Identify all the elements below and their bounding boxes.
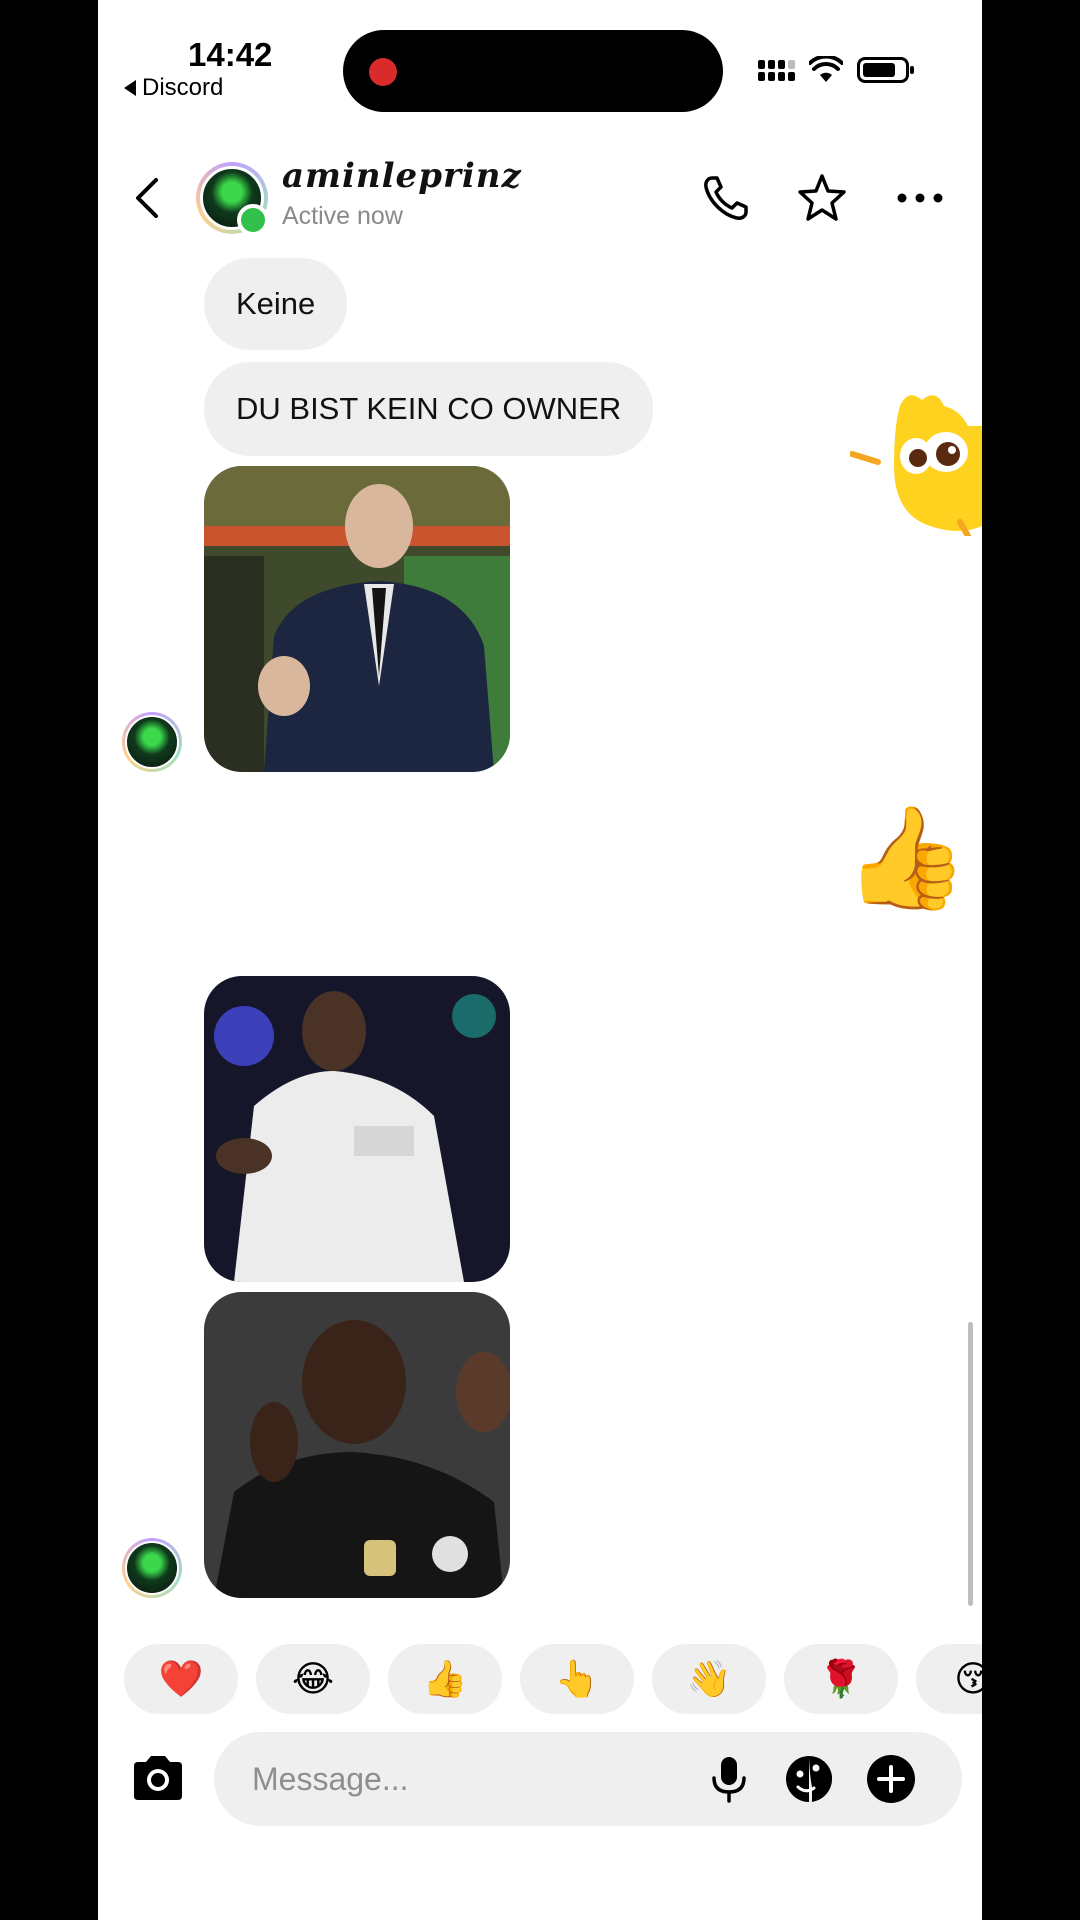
reaction-thumbs-up[interactable]: 👍: [388, 1644, 502, 1714]
chat-scrollbar[interactable]: [968, 1322, 973, 1606]
message-bubble[interactable]: Keine: [204, 258, 348, 350]
status-indicators: [758, 56, 914, 84]
mascot-sticker: [850, 395, 982, 536]
message-bubble[interactable]: DU BIST KEIN CO OWNER: [204, 362, 654, 456]
message-composer: [214, 1732, 962, 1826]
phone-screen: 14:42 Discord aminleprinz Active now Kei…: [98, 0, 982, 1920]
back-app-label: Discord: [142, 74, 224, 101]
recording-indicator-icon: [369, 58, 397, 86]
microphone-icon[interactable]: [704, 1754, 754, 1804]
gif-message[interactable]: [204, 466, 510, 772]
wifi-icon: [809, 56, 843, 82]
gif-image-player-white: [204, 976, 510, 1282]
gif-message[interactable]: [204, 976, 510, 1282]
chevron-left-icon[interactable]: [122, 170, 172, 226]
reaction-kiss[interactable]: 😚: [916, 1644, 982, 1714]
quick-reaction-row: ❤️ 😂 👍 👆 👋 🌹 😚: [124, 1644, 982, 1714]
camera-icon[interactable]: [130, 1752, 186, 1804]
more-horizontal-icon[interactable]: [892, 170, 948, 226]
reaction-rose[interactable]: 🌹: [784, 1644, 898, 1714]
contact-status: Active now: [282, 202, 403, 230]
gif-image-man-suit: [204, 466, 510, 772]
star-icon[interactable]: [794, 170, 850, 226]
plus-circle-icon[interactable]: [866, 1754, 916, 1804]
sticker-icon[interactable]: [784, 1754, 834, 1804]
reaction-wave[interactable]: 👋: [652, 1644, 766, 1714]
phone-icon[interactable]: [698, 170, 754, 226]
chat-header: aminleprinz Active now: [98, 150, 982, 250]
sender-avatar[interactable]: [122, 712, 182, 772]
online-indicator: [237, 204, 269, 236]
contact-username[interactable]: aminleprinz: [282, 156, 522, 196]
thumbs-up-sticker[interactable]: 👍: [844, 808, 969, 908]
reaction-point-up[interactable]: 👆: [520, 1644, 634, 1714]
sender-avatar[interactable]: [122, 1538, 182, 1598]
back-triangle-icon: [124, 80, 136, 96]
cellular-signal-icon: [758, 59, 795, 81]
reaction-laugh[interactable]: 😂: [256, 1644, 370, 1714]
dynamic-island: [343, 30, 723, 112]
gif-message[interactable]: [204, 1292, 510, 1598]
message-input[interactable]: [252, 1754, 682, 1804]
status-time: 14:42: [188, 36, 273, 73]
back-to-app-link[interactable]: Discord: [124, 74, 223, 102]
battery-icon: [857, 57, 914, 83]
gif-image-player-dark: [204, 1292, 510, 1598]
reaction-heart[interactable]: ❤️: [124, 1644, 238, 1714]
